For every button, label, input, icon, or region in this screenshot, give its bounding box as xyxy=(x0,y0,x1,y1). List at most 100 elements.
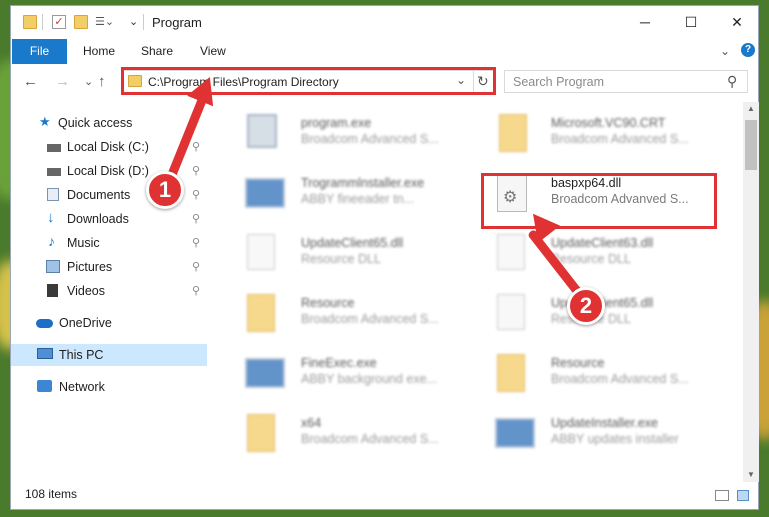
dll-file-highlight xyxy=(481,173,717,229)
sidebar-item-label: OneDrive xyxy=(59,316,112,330)
pin-icon: ⚲ xyxy=(192,261,201,273)
file-tile[interactable]: Resource Broadcom Advanced S... xyxy=(471,344,707,400)
file-description: Resource DLL xyxy=(301,252,381,266)
pin-icon: ⚲ xyxy=(192,189,201,201)
maximize-button[interactable]: ☐ xyxy=(668,6,714,38)
drive-icon xyxy=(47,144,61,152)
sidebar-item-videos[interactable]: Videos ⚲ xyxy=(11,280,207,302)
up-button[interactable]: ↑ xyxy=(98,73,106,90)
divider xyxy=(42,14,43,30)
file-description: ABBY updates installer xyxy=(551,432,679,446)
dll-file-icon xyxy=(497,294,525,330)
search-placeholder: Search Program xyxy=(513,75,605,89)
tab-file[interactable]: File xyxy=(12,39,67,64)
sidebar-item-label: Quick access xyxy=(58,116,133,130)
tab-share[interactable]: Share xyxy=(141,42,173,60)
minimize-button[interactable]: ─ xyxy=(622,6,668,38)
exe-icon xyxy=(245,178,285,208)
pin-icon: ⚲ xyxy=(192,213,201,225)
file-name: UpdateInstaller.exe xyxy=(551,416,659,430)
folder-icon xyxy=(23,15,37,29)
exe-icon xyxy=(495,418,535,448)
documents-icon xyxy=(47,188,59,201)
file-name: Trogrammlnstaller.exe xyxy=(301,176,425,190)
ribbon-collapse-button[interactable]: ⌄ xyxy=(720,42,730,60)
file-tile[interactable]: x64 Broadcom Advanced S... xyxy=(221,404,457,460)
sidebar-item-this-pc[interactable]: This PC xyxy=(11,344,207,366)
address-bar-highlight xyxy=(121,67,496,95)
tab-view[interactable]: View xyxy=(200,42,226,60)
file-tile[interactable]: FineExec.exe ABBY background exe... xyxy=(221,344,457,400)
search-input[interactable]: Search Program ⚲ xyxy=(504,70,748,93)
file-name: Resource xyxy=(551,356,605,370)
file-tile[interactable]: UpdateClient63.dll Resource DLL xyxy=(471,224,707,280)
file-description: Broadcom Advanced S... xyxy=(551,372,689,386)
vertical-scrollbar[interactable]: ▲ ▼ xyxy=(743,102,759,482)
details-view-icon[interactable] xyxy=(715,490,729,501)
file-tile[interactable]: Microsoft.VC90.CRT Broadcom Advanced S..… xyxy=(471,104,707,160)
exe-icon xyxy=(247,114,277,148)
file-description: Broadcom Advanced S... xyxy=(301,432,439,446)
sidebar-item-quick-access[interactable]: ★ Quick access xyxy=(11,112,207,134)
new-folder-icon[interactable] xyxy=(74,15,88,29)
file-description: Broadcom Advanced S... xyxy=(301,132,439,146)
exe-icon xyxy=(245,358,285,388)
forward-button[interactable]: → xyxy=(55,73,70,90)
file-list: program.exe Broadcom Advanced S... Micro… xyxy=(211,102,741,482)
scrollbar-thumb[interactable] xyxy=(745,120,757,170)
music-icon: ♪ xyxy=(48,233,55,249)
file-description: ABBY background exe... xyxy=(301,372,437,386)
recent-locations-button[interactable]: ⌄ xyxy=(84,75,93,88)
sidebar-item-music[interactable]: ♪ Music ⚲ xyxy=(11,232,207,254)
file-tile[interactable]: Trogrammlnstaller.exe ABBY fineeader tn.… xyxy=(221,164,457,220)
file-tile[interactable]: program.exe Broadcom Advanced S... xyxy=(221,104,457,160)
sidebar-item-label: Music xyxy=(67,236,100,250)
sidebar-item-label: Network xyxy=(59,380,105,394)
window-title: Program xyxy=(152,15,202,30)
folder-icon xyxy=(499,114,527,152)
folder-icon xyxy=(497,354,525,392)
dll-file-icon xyxy=(247,234,275,270)
file-description: ABBY fineeader tn... xyxy=(301,192,415,206)
sidebar-item-onedrive[interactable]: OneDrive xyxy=(11,312,207,334)
file-tile[interactable]: UpdateInstaller.exe ABBY updates install… xyxy=(471,404,707,460)
divider xyxy=(143,14,144,30)
sidebar-item-label: Local Disk (C:) xyxy=(67,140,149,154)
file-name: program.exe xyxy=(301,116,372,130)
file-name: x64 xyxy=(301,416,322,430)
file-tile[interactable]: UpdateClient65.dll Resource DLL xyxy=(221,224,457,280)
scroll-up-icon[interactable]: ▲ xyxy=(747,104,755,113)
file-description: Broadcom Advanced S... xyxy=(301,312,439,326)
scroll-down-icon[interactable]: ▼ xyxy=(747,470,755,479)
onedrive-icon xyxy=(36,319,53,328)
file-name: Resource xyxy=(301,296,355,310)
navigation-bar: ← → ⌄ ↑ C:\Program Files\Program Directo… xyxy=(11,64,758,100)
sidebar-item-label: Pictures xyxy=(67,260,113,274)
file-name: UpdateClient65.dll xyxy=(301,236,404,250)
sidebar-item-label: Local Disk (D:) xyxy=(67,164,149,178)
dll-file-icon xyxy=(497,234,525,270)
customize-toolbar-icon[interactable]: ☰⌄ xyxy=(95,15,114,29)
file-name: UpdateClient63.dll xyxy=(551,236,654,250)
close-button[interactable]: ✕ xyxy=(714,6,760,38)
file-explorer-window: ✓ ☰⌄ ⌄ Program ─ ☐ ✕ File Home Share Vie… xyxy=(10,5,759,510)
item-count: 108 items xyxy=(25,487,78,501)
file-name: Microsoft.VC90.CRT xyxy=(551,116,666,130)
file-tile[interactable]: Resource Broadcom Advanced S... xyxy=(221,284,457,340)
pin-icon: ⚲ xyxy=(192,285,201,297)
drive-icon xyxy=(47,168,61,176)
sidebar-item-downloads[interactable]: ↓ Downloads ⚲ xyxy=(11,208,207,230)
status-bar: 108 items xyxy=(11,482,758,510)
computer-icon xyxy=(37,348,53,359)
sidebar-item-pictures[interactable]: Pictures ⚲ xyxy=(11,256,207,278)
back-button[interactable]: ← xyxy=(23,73,38,90)
search-icon[interactable]: ⚲ xyxy=(727,73,737,90)
toolbar-dropdown-icon[interactable]: ⌄ xyxy=(129,15,143,29)
properties-icon[interactable]: ✓ xyxy=(52,15,66,29)
sidebar-item-label: Documents xyxy=(67,188,131,202)
tab-home[interactable]: Home xyxy=(83,42,115,60)
help-button[interactable]: ? xyxy=(741,43,755,57)
sidebar-item-network[interactable]: Network xyxy=(11,376,207,398)
tiles-view-icon[interactable] xyxy=(737,490,749,501)
file-name: FineExec.exe xyxy=(301,356,377,370)
